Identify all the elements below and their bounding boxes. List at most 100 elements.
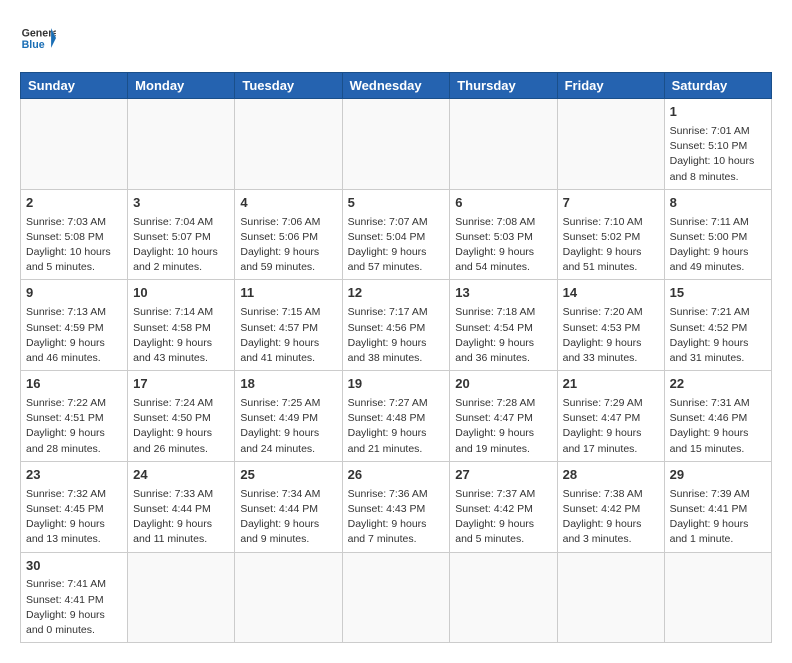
cell-info: Sunset: 4:52 PM — [670, 321, 766, 336]
svg-text:General: General — [22, 27, 56, 39]
day-number: 26 — [348, 466, 445, 485]
calendar-cell: 7Sunrise: 7:10 AMSunset: 5:02 PMDaylight… — [557, 189, 664, 280]
calendar-cell — [342, 552, 450, 643]
cell-info: and 31 minutes. — [670, 351, 766, 366]
cell-info: Daylight: 9 hours — [670, 517, 766, 532]
weekday-header-tuesday: Tuesday — [235, 73, 342, 99]
cell-info: Sunset: 4:59 PM — [26, 321, 122, 336]
day-number: 28 — [563, 466, 659, 485]
cell-info: Sunset: 4:58 PM — [133, 321, 229, 336]
cell-info: Sunset: 4:53 PM — [563, 321, 659, 336]
cell-info: Sunrise: 7:33 AM — [133, 487, 229, 502]
day-number: 14 — [563, 284, 659, 303]
calendar-cell: 10 Sunrise: 7:14 AMSunset: 4:58 PMDayligh… — [128, 280, 235, 371]
cell-info: Sunset: 4:48 PM — [348, 411, 445, 426]
cell-info: Daylight: 9 hours — [133, 336, 229, 351]
cell-info: Sunrise: 7:29 AM — [563, 396, 659, 411]
cell-info: Daylight: 10 hours — [133, 245, 229, 260]
cell-info: Daylight: 9 hours — [670, 336, 766, 351]
cell-info: Daylight: 9 hours — [240, 336, 336, 351]
day-number: 29 — [670, 466, 766, 485]
calendar-cell: 8Sunrise: 7:11 AMSunset: 5:00 PMDaylight… — [664, 189, 771, 280]
cell-info: Sunrise: 7:36 AM — [348, 487, 445, 502]
cell-info: Sunrise: 7:28 AM — [455, 396, 551, 411]
cell-info: Daylight: 9 hours — [26, 426, 122, 441]
calendar-cell — [664, 552, 771, 643]
cell-info: Sunrise: 7:15 AM — [240, 305, 336, 320]
cell-info: Daylight: 10 hours — [26, 245, 122, 260]
calendar-cell: 15 Sunrise: 7:21 AMSunset: 4:52 PMDayligh… — [664, 280, 771, 371]
calendar-cell: 25Sunrise: 7:34 AMSunset: 4:44 PMDayligh… — [235, 461, 342, 552]
cell-info: Daylight: 9 hours — [348, 336, 445, 351]
cell-info: and 17 minutes. — [563, 442, 659, 457]
calendar-cell: 16Sunrise: 7:22 AMSunset: 4:51 PMDayligh… — [21, 371, 128, 462]
cell-info: Sunrise: 7:34 AM — [240, 487, 336, 502]
day-number: 8 — [670, 194, 766, 213]
cell-info: Sunrise: 7:07 AM — [348, 215, 445, 230]
cell-info: Sunset: 4:54 PM — [455, 321, 551, 336]
day-number: 24 — [133, 466, 229, 485]
calendar-cell: 24Sunrise: 7:33 AMSunset: 4:44 PMDayligh… — [128, 461, 235, 552]
cell-info: Daylight: 9 hours — [563, 336, 659, 351]
cell-info: Sunrise: 7:24 AM — [133, 396, 229, 411]
cell-info: Sunrise: 7:21 AM — [670, 305, 766, 320]
cell-info: Sunset: 4:47 PM — [563, 411, 659, 426]
day-number: 13 — [455, 284, 551, 303]
day-number: 20 — [455, 375, 551, 394]
cell-info: Sunrise: 7:22 AM — [26, 396, 122, 411]
cell-info: and 21 minutes. — [348, 442, 445, 457]
weekday-header-friday: Friday — [557, 73, 664, 99]
calendar-cell: 2Sunrise: 7:03 AMSunset: 5:08 PMDaylight… — [21, 189, 128, 280]
calendar-cell: 6Sunrise: 7:08 AMSunset: 5:03 PMDaylight… — [450, 189, 557, 280]
calendar-cell: 1Sunrise: 7:01 AMSunset: 5:10 PMDaylight… — [664, 99, 771, 190]
day-number: 6 — [455, 194, 551, 213]
calendar-cell: 14Sunrise: 7:20 AMSunset: 4:53 PMDayligh… — [557, 280, 664, 371]
cell-info: Sunset: 5:04 PM — [348, 230, 445, 245]
cell-info: Daylight: 9 hours — [455, 245, 551, 260]
calendar-cell — [450, 552, 557, 643]
cell-info: Daylight: 9 hours — [240, 517, 336, 532]
cell-info: and 41 minutes. — [240, 351, 336, 366]
day-number: 23 — [26, 466, 122, 485]
page-header: General Blue — [20, 20, 772, 56]
day-number: 10 — [133, 284, 229, 303]
cell-info: Sunrise: 7:17 AM — [348, 305, 445, 320]
cell-info: and 5 minutes. — [455, 532, 551, 547]
cell-info: and 57 minutes. — [348, 260, 445, 275]
cell-info: Sunrise: 7:41 AM — [26, 577, 122, 592]
calendar-cell — [450, 99, 557, 190]
cell-info: Sunrise: 7:25 AM — [240, 396, 336, 411]
calendar-cell: 29Sunrise: 7:39 AMSunset: 4:41 PMDayligh… — [664, 461, 771, 552]
day-number: 30 — [26, 557, 122, 576]
cell-info: Sunrise: 7:32 AM — [26, 487, 122, 502]
cell-info: and 15 minutes. — [670, 442, 766, 457]
day-number: 3 — [133, 194, 229, 213]
cell-info: Sunrise: 7:14 AM — [133, 305, 229, 320]
cell-info: and 24 minutes. — [240, 442, 336, 457]
day-number: 25 — [240, 466, 336, 485]
cell-info: Sunset: 5:00 PM — [670, 230, 766, 245]
calendar-cell — [557, 99, 664, 190]
cell-info: Sunset: 4:41 PM — [670, 502, 766, 517]
calendar-cell: 11Sunrise: 7:15 AMSunset: 4:57 PMDayligh… — [235, 280, 342, 371]
cell-info: Daylight: 9 hours — [240, 245, 336, 260]
cell-info: Sunset: 4:47 PM — [455, 411, 551, 426]
cell-info: Sunset: 4:50 PM — [133, 411, 229, 426]
calendar-cell: 30Sunrise: 7:41 AMSunset: 4:41 PMDayligh… — [21, 552, 128, 643]
cell-info: and 13 minutes. — [26, 532, 122, 547]
cell-info: Daylight: 9 hours — [133, 517, 229, 532]
day-number: 19 — [348, 375, 445, 394]
day-number: 5 — [348, 194, 445, 213]
cell-info: Sunset: 4:57 PM — [240, 321, 336, 336]
weekday-header-sunday: Sunday — [21, 73, 128, 99]
calendar-cell: 27Sunrise: 7:37 AMSunset: 4:42 PMDayligh… — [450, 461, 557, 552]
cell-info: and 28 minutes. — [26, 442, 122, 457]
day-number: 27 — [455, 466, 551, 485]
cell-info: Daylight: 9 hours — [26, 517, 122, 532]
cell-info: Daylight: 9 hours — [563, 245, 659, 260]
cell-info: Sunrise: 7:03 AM — [26, 215, 122, 230]
cell-info: and 51 minutes. — [563, 260, 659, 275]
calendar-cell: 21Sunrise: 7:29 AMSunset: 4:47 PMDayligh… — [557, 371, 664, 462]
weekday-header-wednesday: Wednesday — [342, 73, 450, 99]
day-number: 15 — [670, 284, 766, 303]
